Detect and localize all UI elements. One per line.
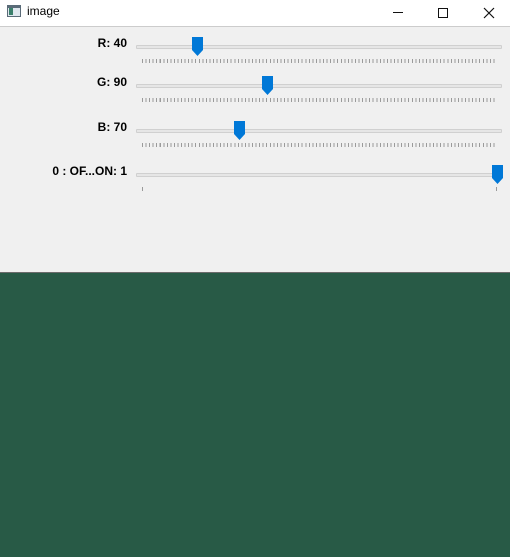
app-window-icon [7,5,21,17]
image-preview [0,273,510,557]
trackbar-g-ticks [142,98,497,102]
trackbar-r-thumb[interactable] [191,37,203,56]
trackbar-panel: R: 40 G: 90 B: 70 0 : OF...ON: 1 [0,26,510,273]
trackbar-g: G: 90 [0,71,510,111]
trackbar-switch-track[interactable] [136,173,502,177]
maximize-icon [438,7,448,18]
trackbar-g-thumb[interactable] [261,76,273,95]
trackbar-switch-thumb[interactable] [492,165,503,184]
trackbar-r-label: R: 40 [97,36,127,50]
minimize-button[interactable] [375,0,421,25]
trackbar-switch-ticks [142,187,497,191]
trackbar-g-track[interactable] [136,84,502,88]
trackbar-g-label: G: 90 [96,75,127,89]
window-title: image [27,4,60,18]
maximize-button[interactable] [420,0,466,25]
trackbar-r-ticks [142,59,497,63]
close-icon [483,7,495,18]
title-bar[interactable]: image [0,0,510,25]
close-button[interactable] [466,0,510,25]
minimize-icon [393,12,403,13]
trackbar-b-ticks [142,143,497,147]
trackbar-switch: 0 : OF...ON: 1 [0,160,510,200]
trackbar-b-track[interactable] [136,129,502,133]
app-window: image R: 40 G: 90 B: 70 0: OF...ON: 1 [0,0,510,557]
trackbar-b: B: 70 [0,116,510,156]
trackbar-r: R: 40 [0,32,510,72]
trackbar-b-label: B: 70 [97,120,127,134]
trackbar-switch-label: 0 : OF...ON: 1 [52,164,127,178]
trackbar-b-thumb[interactable] [233,121,245,140]
